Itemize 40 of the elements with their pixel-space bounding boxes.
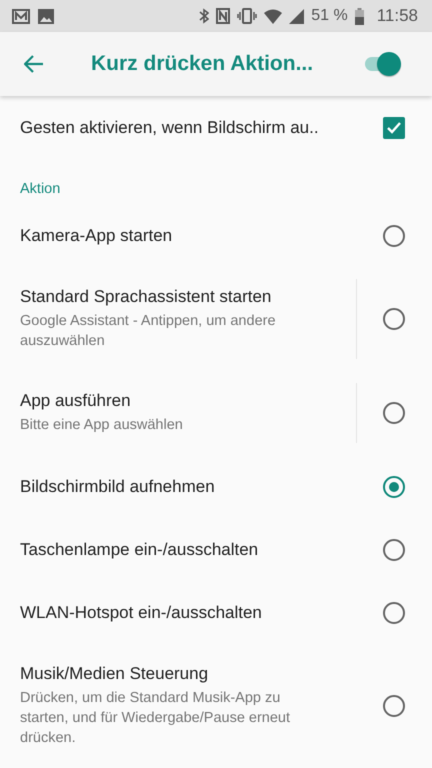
option-row[interactable]: Standard Sprachassistent starten Google Assistant - Antippen, um andere auszuwählen [0, 267, 432, 371]
option-row[interactable]: Bildschirmbild aufnehmen [0, 455, 432, 518]
section-header: Aktion [19, 180, 62, 199]
radio-button[interactable] [383, 602, 405, 624]
option-title: Kamera-App starten [20, 226, 172, 246]
option-row[interactable]: WLAN-Hotspot ein-/ausschalten [0, 581, 432, 644]
nfc-icon [216, 8, 230, 24]
option-title: Bildschirmbild aufnehmen [20, 476, 215, 496]
battery-icon [354, 8, 364, 24]
option-subtitle: Bitte eine App auswählen [20, 416, 184, 435]
wifi-icon [264, 8, 282, 24]
vibrate-icon [237, 8, 258, 24]
radio-button[interactable] [383, 402, 405, 424]
checkbox[interactable] [383, 116, 405, 138]
option-subtitle: Google Assistant - Antippen, um andere auszuwählen [20, 312, 277, 351]
radio-button[interactable] [383, 224, 405, 246]
signal-icon [289, 8, 304, 24]
option-row[interactable]: Kamera-App starten [0, 204, 432, 267]
option-title: App ausführen [20, 391, 132, 411]
option-title: Musik/Medien Steuerung [20, 664, 210, 684]
setting-label: Gesten aktivieren, wenn Bildschirm au.. [20, 118, 319, 138]
back-arrow-icon[interactable] [24, 55, 44, 73]
mail-icon [12, 8, 30, 24]
option-title: Taschenlampe ein-/ausschalten [20, 540, 258, 560]
option-title: Standard Sprachassistent starten [20, 287, 272, 307]
option-row[interactable]: Taschenlampe ein-/ausschalten [0, 518, 432, 581]
option-subtitle: Drücken, um die Standard Musik-App zu starten, und für Wiedergabe/Pause erneut drücken. [20, 689, 292, 748]
clock: 11:58 [376, 6, 418, 26]
check-icon [387, 122, 401, 134]
option-row[interactable]: App ausführen Bitte eine App auswählen [0, 371, 432, 455]
radio-button[interactable] [383, 476, 405, 498]
radio-button[interactable] [383, 308, 405, 330]
radio-button[interactable] [383, 695, 405, 717]
image-icon [38, 8, 54, 24]
battery-percent: 51 % [311, 7, 348, 25]
option-row[interactable]: Musik/Medien Steuerung Drücken, um die Standard Musik-App zu starten, und für Wiedergabe/Pause erneut drücken. [0, 644, 432, 768]
radio-button[interactable] [383, 538, 405, 560]
screen-title: Kurz drücken Aktion... [91, 52, 314, 76]
bluetooth-icon [199, 8, 210, 24]
option-title: WLAN-Hotspot ein-/ausschalten [20, 602, 262, 622]
